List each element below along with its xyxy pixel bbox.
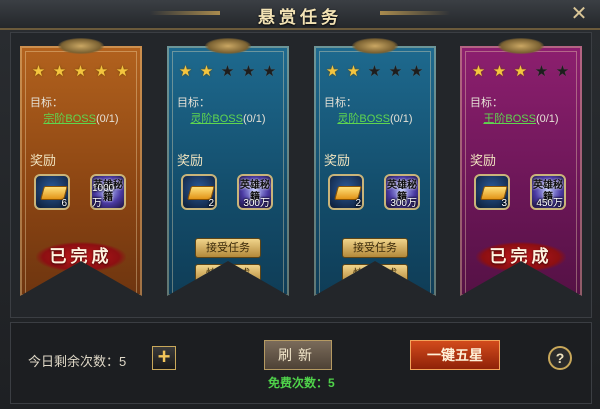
bounty-window: 悬赏任务 ✕ ★ ★ ★ ★ ★ 目标： 宗阶BOSS(0/1) 奖励 6 英雄… xyxy=(0,0,600,409)
crest-ornament xyxy=(498,38,544,54)
skill-book-reward[interactable]: 英雄秘籍 300万 xyxy=(237,174,273,210)
target-label: 目标： xyxy=(30,97,63,109)
refresh-button[interactable]: 刷新 xyxy=(264,340,332,370)
gold-bar-reward[interactable]: 2 xyxy=(328,174,364,210)
target-label: 目标： xyxy=(324,97,357,109)
star-rating: ★ ★ ★ ★ ★ xyxy=(177,64,281,80)
gold-bar-reward[interactable]: 2 xyxy=(181,174,217,210)
accept-task-button[interactable]: 接受任务 xyxy=(195,238,261,258)
star-icon: ★ xyxy=(492,63,507,80)
add-attempts-button[interactable]: + xyxy=(152,346,176,370)
item-count: 2 xyxy=(355,198,361,209)
progress: (0/1) xyxy=(95,113,119,125)
reward-label: 奖励 xyxy=(324,153,351,168)
star-icon: ★ xyxy=(555,63,570,80)
window-title: 悬赏任务 xyxy=(258,8,342,28)
title-ornament-right xyxy=(380,11,450,15)
crest-ornament xyxy=(58,38,104,54)
boss-link[interactable]: 宗阶BOSS xyxy=(43,113,96,125)
remaining-count-label: 今日剩余次数：5 xyxy=(28,354,127,369)
reward-label: 奖励 xyxy=(177,153,204,168)
progress: (0/1) xyxy=(242,113,266,125)
gold-bar-reward[interactable]: 6 xyxy=(34,174,70,210)
free-count-label: 免费次数：5 xyxy=(268,376,335,390)
quest-card-1: ★ ★ ★ ★ ★ 目标： 宗阶BOSS(0/1) 奖励 6 英雄秘籍 1000… xyxy=(20,46,142,296)
quest-card-2: ★ ★ ★ ★ ★ 目标： 灵阶BOSS(0/1) 奖励 2 英雄秘籍 300万… xyxy=(167,46,289,296)
crest-ornament xyxy=(205,38,251,54)
reward-label: 奖励 xyxy=(470,153,497,168)
star-icon: ★ xyxy=(367,63,382,80)
star-icon: ★ xyxy=(220,63,235,80)
one-click-five-star-button[interactable]: 一键五星 xyxy=(410,340,500,370)
boss-link[interactable]: 灵阶BOSS xyxy=(337,113,390,125)
close-icon[interactable]: ✕ xyxy=(566,2,592,26)
star-rating: ★ ★ ★ ★ ★ xyxy=(30,64,134,80)
boss-link[interactable]: 王阶BOSS xyxy=(483,113,536,125)
target-label: 目标： xyxy=(470,97,503,109)
skill-book-reward[interactable]: 英雄秘籍 300万 xyxy=(384,174,420,210)
star-icon: ★ xyxy=(346,63,361,80)
star-icon: ★ xyxy=(262,63,277,80)
star-icon: ★ xyxy=(31,63,46,80)
target-line: 灵阶BOSS(0/1) xyxy=(167,110,289,125)
reward-label: 奖励 xyxy=(30,153,57,168)
progress: (0/1) xyxy=(389,113,413,125)
help-icon[interactable]: ? xyxy=(548,346,572,370)
item-count: 2 xyxy=(208,198,214,209)
star-icon: ★ xyxy=(471,63,486,80)
target-line: 灵阶BOSS(0/1) xyxy=(314,110,436,125)
title-ornament-left xyxy=(150,11,220,15)
item-count: 450万 xyxy=(536,198,563,209)
crest-ornament xyxy=(352,38,398,54)
target-line: 王阶BOSS(0/1) xyxy=(460,110,582,125)
star-icon: ★ xyxy=(94,63,109,80)
star-icon: ★ xyxy=(534,63,549,80)
target-line: 宗阶BOSS(0/1) xyxy=(20,110,142,125)
quest-card-4: ★ ★ ★ ★ ★ 目标： 王阶BOSS(0/1) 奖励 3 英雄秘籍 450万… xyxy=(460,46,582,296)
star-icon: ★ xyxy=(178,63,193,80)
star-icon: ★ xyxy=(115,63,130,80)
star-icon: ★ xyxy=(388,63,403,80)
star-rating: ★ ★ ★ ★ ★ xyxy=(470,64,574,80)
star-icon: ★ xyxy=(73,63,88,80)
gold-bar-reward[interactable]: 3 xyxy=(474,174,510,210)
star-icon: ★ xyxy=(241,63,256,80)
target-label: 目标： xyxy=(177,97,210,109)
item-count: 300万 xyxy=(243,198,270,209)
boss-link[interactable]: 灵阶BOSS xyxy=(190,113,243,125)
progress: (0/1) xyxy=(535,113,559,125)
star-icon: ★ xyxy=(325,63,340,80)
star-icon: ★ xyxy=(513,63,528,80)
quest-card-3: ★ ★ ★ ★ ★ 目标： 灵阶BOSS(0/1) 奖励 2 英雄秘籍 300万… xyxy=(314,46,436,296)
star-icon: ★ xyxy=(409,63,424,80)
skill-book-reward[interactable]: 英雄秘籍 450万 xyxy=(530,174,566,210)
star-icon: ★ xyxy=(52,63,67,80)
item-count: 1000万 xyxy=(92,183,115,209)
item-count: 300万 xyxy=(390,198,417,209)
skill-book-reward[interactable]: 英雄秘籍 1000万 xyxy=(90,174,126,210)
item-count: 3 xyxy=(501,198,507,209)
item-count: 6 xyxy=(61,198,67,209)
star-rating: ★ ★ ★ ★ ★ xyxy=(324,64,428,80)
accept-task-button[interactable]: 接受任务 xyxy=(342,238,408,258)
star-icon: ★ xyxy=(199,63,214,80)
title-bar: 悬赏任务 ✕ xyxy=(0,0,600,30)
